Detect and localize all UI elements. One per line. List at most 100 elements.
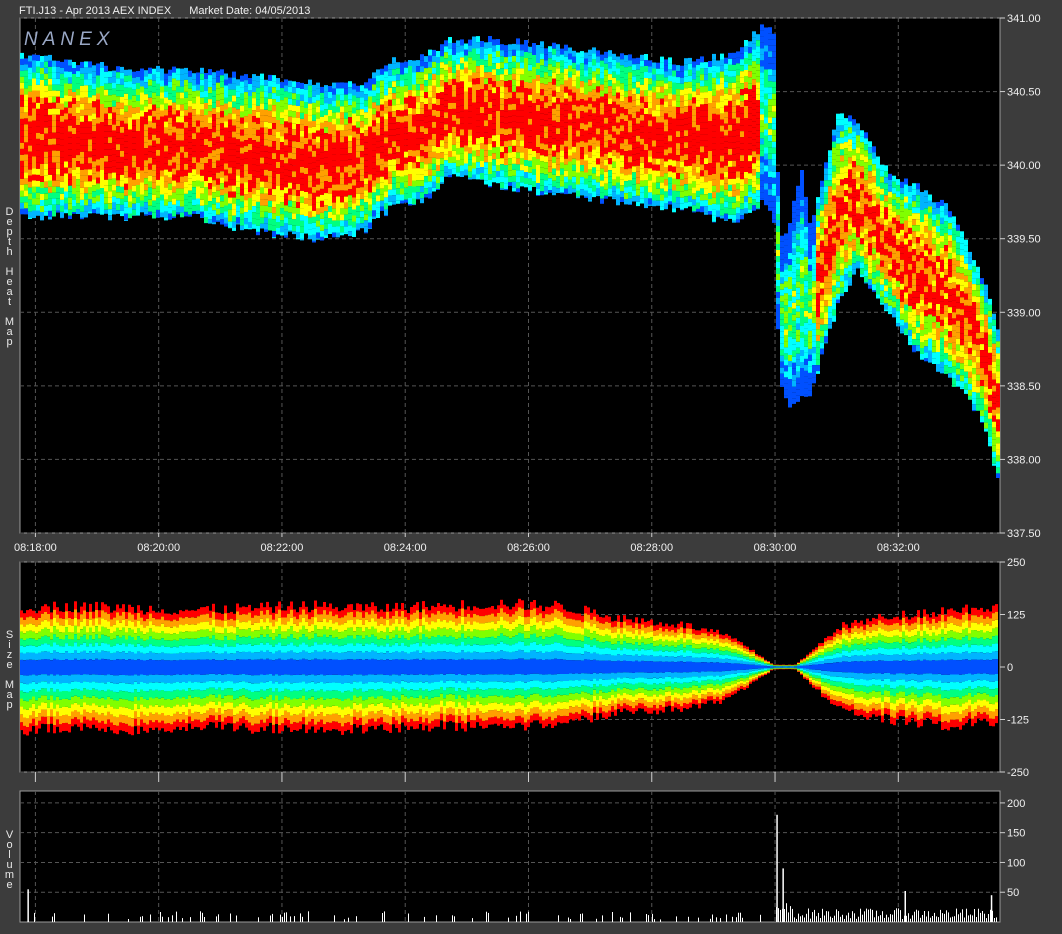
depth-heat-cell [228, 77, 232, 84]
depth-heat-cell [88, 151, 92, 158]
depth-heat-cell [432, 121, 436, 128]
depth-heat-cell [484, 162, 488, 169]
depth-heat-cell [464, 103, 468, 110]
depth-heat-cell [756, 208, 760, 210]
depth-heat-cell [88, 109, 92, 116]
depth-heat-cell [640, 96, 644, 103]
depth-heat-cell [216, 190, 220, 197]
depth-heat-cell [640, 168, 644, 175]
depth-heat-cell [436, 69, 440, 75]
depth-heat-cell [652, 92, 656, 99]
depth-heat-cell [648, 102, 652, 109]
depth-heat-cell [484, 174, 488, 181]
depth-heat-cell [336, 82, 340, 89]
depth-heat-cell [368, 90, 372, 97]
depth-heat-cell [572, 176, 576, 183]
depth-heat-cell [496, 117, 500, 123]
depth-heat-cell [312, 186, 316, 193]
depth-heat-cell [40, 212, 44, 218]
depth-heat-cell [116, 84, 120, 91]
depth-heat-cell [592, 89, 596, 96]
depth-heat-cell [404, 91, 408, 98]
depth-heat-cell [396, 92, 400, 99]
depth-heat-cell [576, 88, 580, 95]
depth-heat-cell [532, 157, 536, 163]
depth-heat-cell [148, 175, 152, 182]
depth-heat-cell [368, 162, 372, 169]
depth-heat-cell [56, 180, 60, 187]
depth-heat-cell [784, 257, 788, 264]
depth-heat-cell [164, 73, 168, 80]
depth-heat-cell [64, 125, 68, 132]
depth-heat-cell [36, 144, 40, 151]
depth-heat-cell [420, 180, 424, 187]
depth-heat-cell [732, 160, 736, 167]
depth-heat-cell [148, 139, 152, 146]
depth-heat-cell [536, 69, 540, 75]
depth-heat-cell [280, 100, 284, 107]
depth-heat-cell [316, 196, 320, 203]
depth-heat-cell [752, 37, 756, 44]
depth-heat-cell [312, 228, 316, 235]
depth-heat-cell [764, 111, 768, 118]
depth-heat-cell [408, 126, 412, 132]
depth-heat-cell [480, 155, 484, 161]
depth-heat-cell [452, 96, 456, 103]
depth-heat-cell [760, 48, 764, 55]
depth-heat-cell [288, 200, 292, 207]
depth-heat-cell [712, 203, 716, 210]
depth-heat-cell [692, 163, 696, 170]
depth-heat-cell [412, 144, 416, 151]
depth-heat-cell [640, 138, 644, 145]
depth-heat-cell [112, 70, 116, 77]
depth-heat-cell [672, 112, 676, 119]
depth-heat-cell [212, 108, 216, 115]
depth-heat-cell [460, 63, 464, 70]
depth-heat-cell [664, 89, 668, 96]
depth-heat-cell [712, 107, 716, 114]
depth-heat-cell [492, 141, 496, 148]
depth-heat-cell [620, 191, 624, 198]
depth-heat-cell [224, 139, 228, 146]
depth-heat-cell [220, 177, 224, 184]
depth-heat-cell [132, 161, 136, 168]
depth-heat-cell [240, 225, 244, 231]
depth-heat-cell [404, 67, 408, 74]
depth-heat-cell [412, 162, 416, 169]
depth-heat-cell [764, 159, 768, 166]
depth-heat-cell [564, 116, 568, 123]
depth-heat-cell [144, 154, 148, 161]
depth-heat-cell [200, 193, 204, 200]
depth-heat-cell [364, 226, 368, 233]
depth-heat-cell [124, 75, 128, 82]
depth-heat-cell [620, 119, 624, 126]
depth-heat-cell [492, 165, 496, 172]
depth-heat-cell [732, 136, 736, 143]
depth-heat-cell [280, 160, 284, 167]
depth-heat-cell [420, 186, 424, 193]
depth-heat-cell [96, 69, 100, 76]
depth-heat-cell [456, 154, 460, 161]
depth-heat-cell [444, 166, 448, 173]
depth-heat-cell [720, 155, 724, 162]
depth-heat-cell [724, 165, 728, 172]
depth-heat-cell [104, 89, 108, 96]
depth-heat-cell [424, 74, 428, 81]
depth-heat-cell [228, 197, 232, 204]
depth-heat-cell [628, 108, 632, 115]
depth-heat-cell [392, 201, 396, 205]
depth-heat-cell [568, 119, 572, 126]
depth-heat-cell [744, 76, 748, 82]
depth-heat-cell [188, 154, 192, 161]
depth-heat-cell [768, 63, 772, 70]
depth-heat-cell [164, 133, 168, 140]
depth-heat-cell [320, 164, 324, 171]
depth-heat-cell [688, 69, 692, 76]
depth-heat-cell [236, 193, 240, 200]
depth-heat-cell [200, 133, 204, 140]
depth-heat-cell [312, 174, 316, 181]
depth-heat-cell [612, 131, 616, 138]
depth-heat-cell [64, 209, 68, 214]
depth-heat-cell [468, 141, 472, 148]
depth-heat-cell [56, 96, 60, 103]
